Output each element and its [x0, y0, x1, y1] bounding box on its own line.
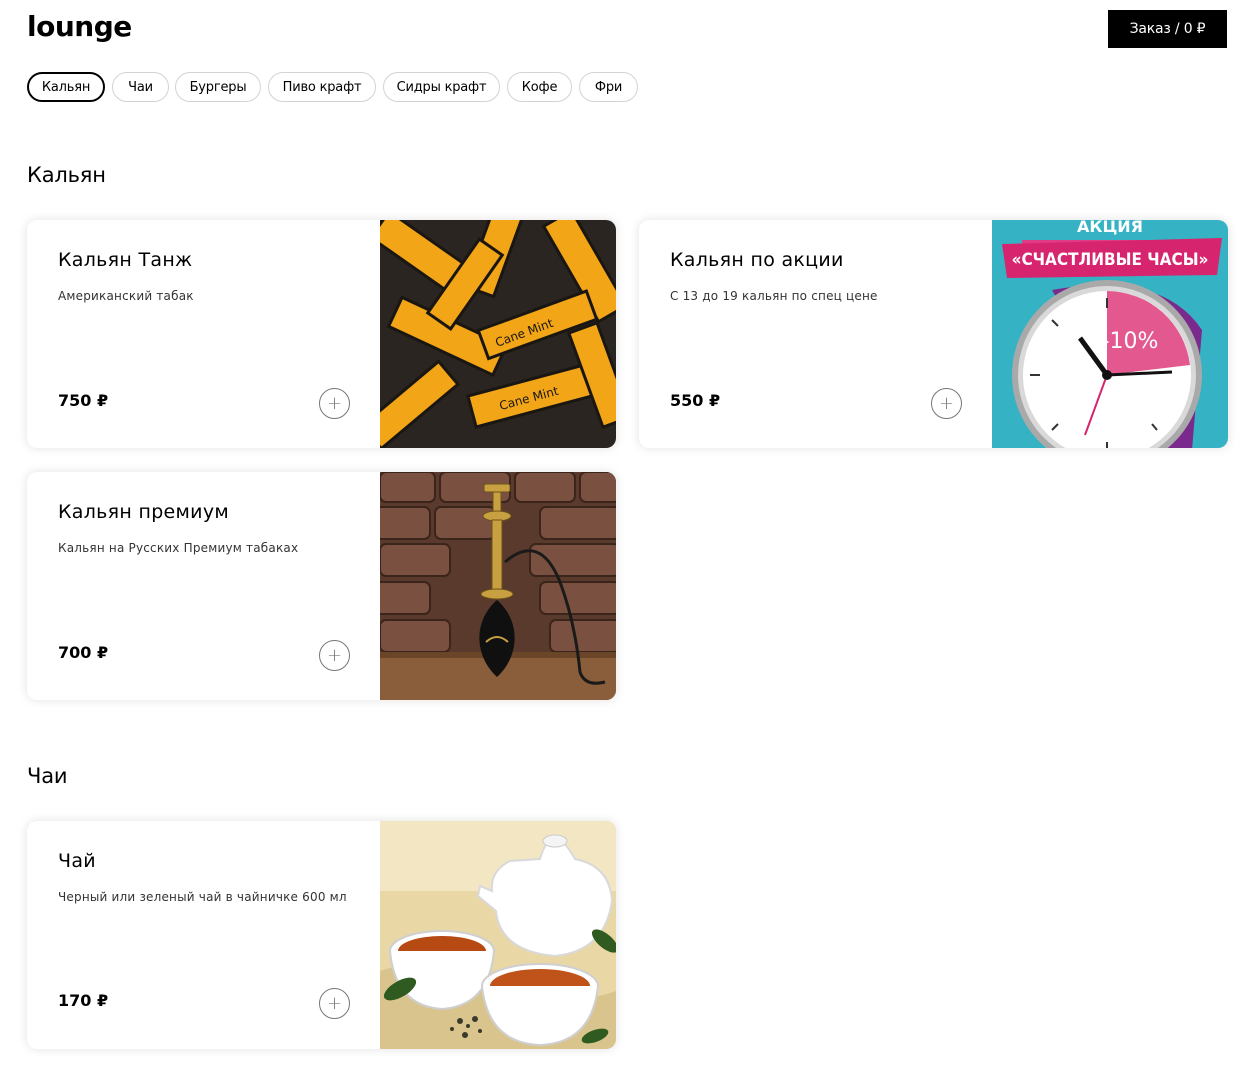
product-card[interactable]: Кальян по акции С 13 до 19 кальян по спе…: [639, 220, 1228, 448]
product-price: 750 ₽: [58, 391, 109, 410]
promo-subtitle: «СЧАСТЛИВЫЕ ЧАСЫ»: [1012, 250, 1209, 270]
add-to-order-button[interactable]: +: [319, 988, 350, 1019]
tab-burgers[interactable]: Бургеры: [175, 72, 261, 102]
plus-icon: +: [326, 645, 343, 666]
tab-hookah[interactable]: Кальян: [27, 72, 105, 102]
brand-logo[interactable]: lounge: [27, 10, 132, 43]
product-description: Черный или зеленый чай в чайничке 600 мл: [58, 890, 347, 904]
product-card[interactable]: Кальян премиум Кальян на Русских Премиум…: [27, 472, 616, 700]
section-title-hookah: Кальян: [27, 163, 106, 187]
tab-coffee[interactable]: Кофе: [507, 72, 572, 102]
add-to-order-button[interactable]: +: [319, 388, 350, 419]
product-description: С 13 до 19 кальян по спец цене: [670, 289, 878, 303]
product-card[interactable]: Чай Черный или зеленый чай в чайничке 60…: [27, 821, 616, 1049]
tab-craft-beer[interactable]: Пиво крафт: [268, 72, 376, 102]
add-to-order-button[interactable]: +: [931, 388, 962, 419]
product-card[interactable]: Кальян Танж Американский табак 750 ₽ + C…: [27, 220, 616, 448]
product-name: Кальян премиум: [58, 501, 229, 523]
discount-label: -10%: [1102, 329, 1159, 354]
card-body: Кальян премиум Кальян на Русских Премиум…: [27, 472, 380, 700]
product-image-tea: [380, 821, 616, 1049]
product-price: 550 ₽: [670, 391, 721, 410]
plus-icon: +: [326, 393, 343, 414]
card-body: Чай Черный или зеленый чай в чайничке 60…: [27, 821, 380, 1049]
tab-teas[interactable]: Чаи: [112, 72, 169, 102]
product-price: 170 ₽: [58, 991, 109, 1010]
product-image-hookah: [380, 472, 616, 700]
section-title-teas: Чаи: [27, 764, 68, 788]
product-name: Кальян Танж: [58, 249, 193, 271]
plus-icon: +: [326, 993, 343, 1014]
product-image-promo: АКЦИЯ «СЧАСТЛИВЫЕ ЧАСЫ» -10%: [992, 220, 1228, 448]
product-description: Американский табак: [58, 289, 194, 303]
order-button[interactable]: Заказ / 0 ₽: [1108, 10, 1227, 48]
tab-craft-cider[interactable]: Сидры крафт: [383, 72, 500, 102]
promo-title: АКЦИЯ: [1077, 220, 1143, 236]
card-body: Кальян по акции С 13 до 19 кальян по спе…: [639, 220, 992, 448]
add-to-order-button[interactable]: +: [319, 640, 350, 671]
product-image-tobacco: Cane Mint Cane Mint: [380, 220, 616, 448]
card-body: Кальян Танж Американский табак 750 ₽ +: [27, 220, 380, 448]
product-name: Чай: [58, 850, 96, 872]
product-name: Кальян по акции: [670, 249, 844, 271]
tab-fries[interactable]: Фри: [579, 72, 638, 102]
product-description: Кальян на Русских Премиум табаках: [58, 541, 299, 555]
product-price: 700 ₽: [58, 643, 109, 662]
plus-icon: +: [938, 393, 955, 414]
